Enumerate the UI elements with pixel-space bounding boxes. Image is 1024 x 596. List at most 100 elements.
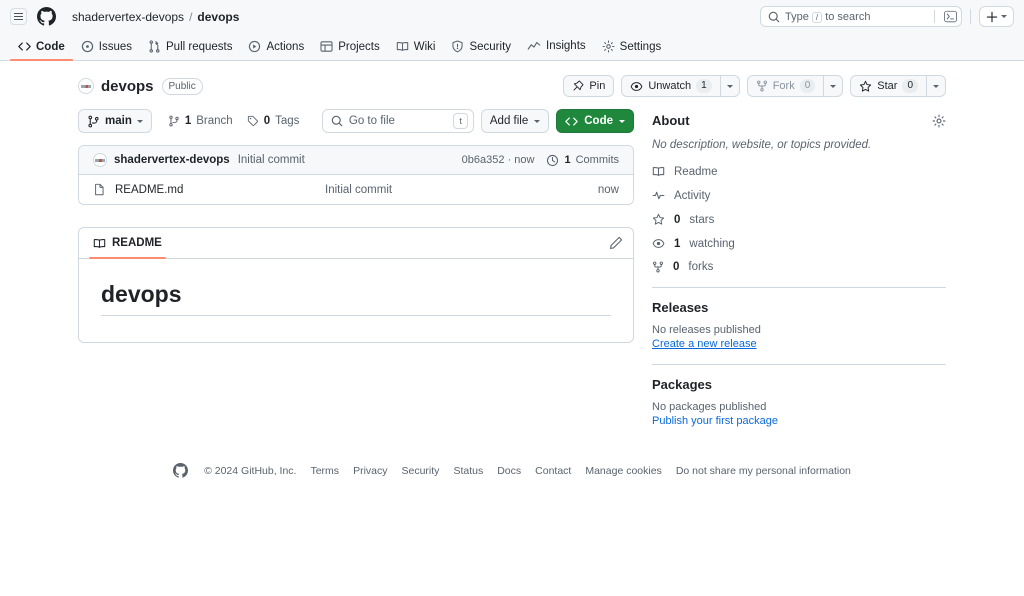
code-icon xyxy=(565,116,579,126)
tab-actions[interactable]: Actions xyxy=(240,40,312,60)
branch-count-link[interactable]: 1 Branch xyxy=(168,115,233,127)
tab-wiki[interactable]: Wiki xyxy=(388,40,444,60)
readme-heading: devops xyxy=(101,281,611,316)
star-dropdown-button[interactable] xyxy=(926,75,946,97)
page-body: devops Public Pin Unwatch 1 Fork 0 Star … xyxy=(0,61,1024,490)
search-icon xyxy=(768,11,780,22)
file-toolbar-actions: Go to file t Add file Code xyxy=(321,109,634,133)
main-column: main 1 Branch 0 Tags Go to file t Add fi… xyxy=(78,109,634,343)
breadcrumb-repo[interactable]: devops xyxy=(197,10,239,24)
tab-security-label: Security xyxy=(469,40,512,53)
fork-icon xyxy=(653,261,663,273)
about-title: About xyxy=(652,113,690,128)
watch-dropdown-button[interactable] xyxy=(719,75,740,97)
pencil-icon xyxy=(610,236,623,249)
tab-issues[interactable]: Issues xyxy=(73,40,140,60)
code-button[interactable]: Code xyxy=(556,109,634,133)
sidebar-item-stars[interactable]: 0 stars xyxy=(652,213,946,226)
commit-history-link[interactable]: 1 Commits xyxy=(546,154,619,167)
fork-icon xyxy=(756,80,767,92)
star-button[interactable]: Star 0 xyxy=(850,75,926,97)
branch-selector-button[interactable]: main xyxy=(78,109,152,133)
tab-insights-label: Insights xyxy=(546,40,586,52)
table-icon xyxy=(320,41,333,52)
search-input[interactable]: Type / to search xyxy=(760,6,962,27)
create-new-button[interactable] xyxy=(979,6,1014,27)
watch-button[interactable]: Unwatch 1 xyxy=(621,75,720,97)
go-to-file-input[interactable]: Go to file t xyxy=(321,109,474,133)
breadcrumb: shadervertex-devops / devops xyxy=(72,10,239,24)
footer-link-security[interactable]: Security xyxy=(402,465,440,477)
tab-code[interactable]: Code xyxy=(10,40,73,61)
footer-link-docs[interactable]: Docs xyxy=(497,465,521,477)
packages-title: Packages xyxy=(652,377,712,392)
header-divider xyxy=(970,9,971,24)
page-title[interactable]: devops xyxy=(101,78,154,95)
chevron-down-icon xyxy=(619,119,625,123)
pin-button[interactable]: Pin xyxy=(563,75,615,97)
commit-separator: · xyxy=(507,154,512,166)
commits-count: 1 xyxy=(564,154,571,166)
command-palette-icon[interactable] xyxy=(940,10,957,23)
create-release-link[interactable]: Create a new release xyxy=(652,338,946,350)
file-commit-time: now xyxy=(597,183,619,196)
footer-link-contact[interactable]: Contact xyxy=(535,465,571,477)
edit-repository-details-button[interactable] xyxy=(932,114,946,128)
footer-link-privacy[interactable]: Privacy xyxy=(353,465,387,477)
file-name: README.md xyxy=(115,183,184,196)
fork-count: 0 xyxy=(799,79,816,93)
tab-actions-label: Actions xyxy=(266,40,305,53)
sidebar-item-activity[interactable]: Activity xyxy=(652,189,946,202)
sidebar-item-readme[interactable]: Readme xyxy=(652,165,946,178)
add-file-button[interactable]: Add file xyxy=(480,109,550,133)
breadcrumb-owner[interactable]: shadervertex-devops xyxy=(72,10,184,24)
sidebar-item-forks[interactable]: 0 forks xyxy=(652,261,946,273)
edit-readme-button[interactable] xyxy=(609,236,623,250)
file-commit-message[interactable]: Initial commit xyxy=(325,184,598,196)
watch-button-group: Unwatch 1 xyxy=(621,75,740,97)
sidebar-item-readme-label: Readme xyxy=(674,165,718,178)
file-name-cell[interactable]: README.md xyxy=(93,183,325,196)
footer-link-do-not-share[interactable]: Do not share my personal information xyxy=(676,465,851,477)
footer-link-manage-cookies[interactable]: Manage cookies xyxy=(585,465,661,477)
tab-pull-requests[interactable]: Pull requests xyxy=(140,40,240,60)
latest-commit-bar: shadervertex-devops Initial commit 0b6a3… xyxy=(79,146,633,175)
commit-hash[interactable]: 0b6a352 · now xyxy=(462,154,535,166)
search-placeholder: Type / to search xyxy=(785,10,871,23)
fork-button[interactable]: Fork 0 xyxy=(746,75,824,97)
commit-meta: 0b6a352 · now 1 Commits xyxy=(462,154,619,167)
tag-count-link[interactable]: 0 Tags xyxy=(247,115,299,127)
history-icon xyxy=(547,154,559,166)
star-icon xyxy=(860,80,872,92)
tab-insights[interactable]: Insights xyxy=(519,39,594,60)
star-count: 0 xyxy=(902,79,918,93)
table-row[interactable]: README.md Initial commit now xyxy=(79,175,633,204)
about-description: No description, website, or topics provi… xyxy=(652,139,872,151)
code-icon xyxy=(18,42,31,51)
tab-readme[interactable]: README xyxy=(89,228,166,259)
header-right-actions: Type / to search xyxy=(760,6,1014,27)
tab-security[interactable]: Security xyxy=(443,40,519,60)
commit-message[interactable]: Initial commit xyxy=(238,154,305,166)
footer: © 2024 GitHub, Inc. Terms Privacy Securi… xyxy=(78,463,946,490)
issue-opened-icon xyxy=(81,40,93,53)
chevron-down-icon xyxy=(830,84,837,88)
fork-dropdown-button[interactable] xyxy=(823,75,844,97)
tab-issues-label: Issues xyxy=(98,40,132,53)
commit-author[interactable]: shadervertex-devops xyxy=(114,154,230,166)
breadcrumb-separator: / xyxy=(189,9,193,24)
tab-projects[interactable]: Projects xyxy=(312,40,388,60)
stars-count: 0 xyxy=(674,213,681,226)
footer-link-status[interactable]: Status xyxy=(453,465,483,477)
footer-link-terms[interactable]: Terms xyxy=(310,465,339,477)
avatar xyxy=(78,78,94,94)
hamburger-menu-icon[interactable] xyxy=(10,8,27,25)
global-header: shadervertex-devops / devops Type / to s… xyxy=(0,0,1024,33)
tab-settings[interactable]: Settings xyxy=(594,40,670,60)
tab-code-label: Code xyxy=(36,40,65,53)
commit-hash-value: 0b6a352 xyxy=(461,154,505,166)
github-logo-icon[interactable] xyxy=(37,7,56,26)
sidebar-item-watching[interactable]: 1 watching xyxy=(652,237,946,250)
publish-package-link[interactable]: Publish your first package xyxy=(652,415,946,427)
star-button-label: Star xyxy=(877,80,898,92)
